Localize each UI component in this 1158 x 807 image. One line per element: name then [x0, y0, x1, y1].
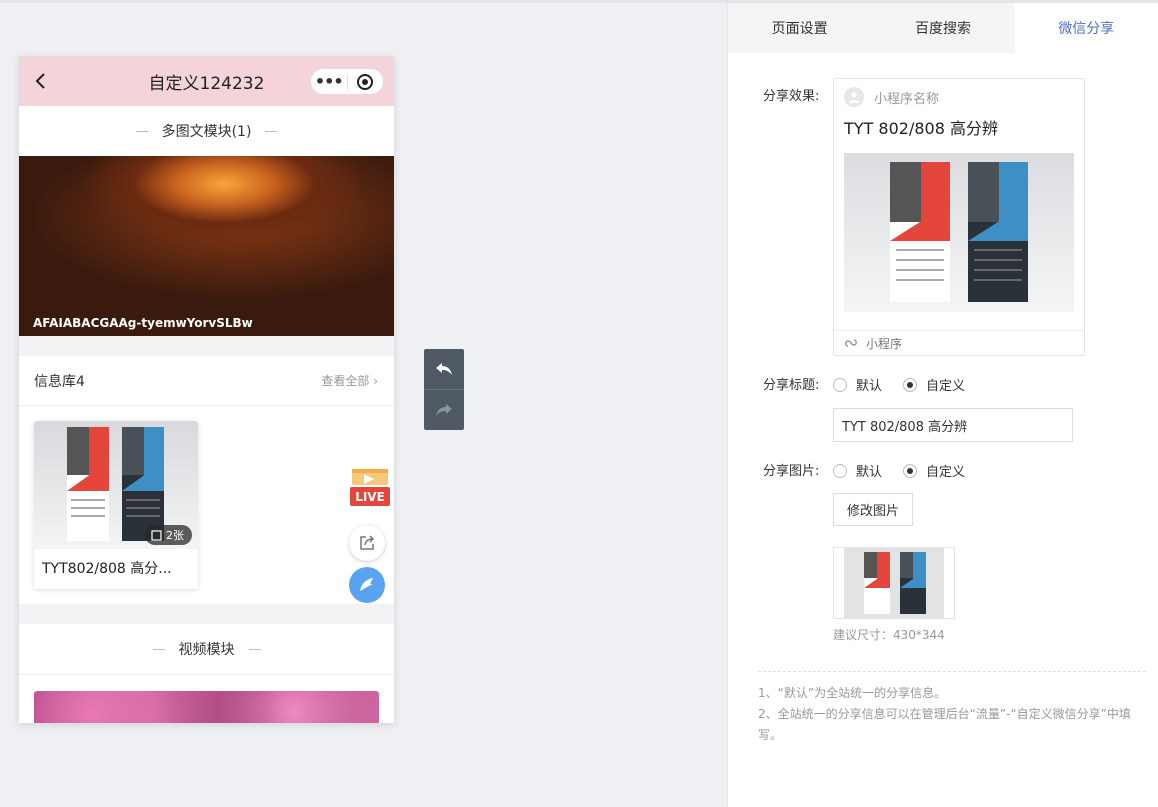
share-image-options: 默认 自定义 — [833, 461, 986, 480]
video-thumbnail[interactable] — [34, 691, 379, 723]
info-library-header: 信息库4 查看全部 › — [19, 356, 394, 406]
share-effect-label: 分享效果: — [763, 89, 820, 104]
module-title-multi-image: 多图文模块(1) — [19, 106, 394, 156]
mini-program-icon — [845, 339, 857, 347]
page-title: 自定义124232 — [148, 73, 265, 94]
share-title-input[interactable] — [833, 408, 1073, 442]
title-default-radio[interactable] — [833, 377, 847, 392]
avatar-icon — [844, 87, 864, 107]
divider — [758, 671, 1146, 672]
section-gap — [19, 604, 394, 624]
undo-button[interactable] — [424, 349, 464, 389]
tab-wechat-share[interactable]: 微信分享 — [1014, 3, 1158, 53]
undo-redo-panel — [424, 349, 464, 430]
phone-preview: 自定义124232 ••• 多图文模块(1) AFAIABACGAAg-tyem… — [19, 56, 394, 723]
card-thumbnail: 2张 — [34, 421, 198, 549]
banner-caption: AFAIABACGAAg-tyemwYorvSLBw — [33, 316, 253, 330]
size-hint: 建议尺寸：430*344 — [833, 628, 945, 642]
live-floating-button[interactable]: LIVE — [350, 467, 390, 507]
live-icon: LIVE — [350, 469, 390, 506]
svg-text:LIVE: LIVE — [355, 490, 385, 504]
service-floating-button[interactable] — [349, 567, 385, 603]
preview-title: TYT 802/808 高分辨 — [844, 119, 998, 138]
service-icon — [360, 578, 373, 591]
module-title-text: 多图文模块(1) — [161, 124, 252, 140]
gallery-icon — [151, 529, 162, 541]
view-all-link[interactable]: 查看全部 › — [321, 372, 378, 389]
more-dots-icon[interactable]: ••• — [311, 72, 347, 92]
rollup-banner-image — [844, 548, 944, 618]
tab-baidu-search[interactable]: 百度搜索 — [871, 3, 1014, 53]
image-default-radio[interactable] — [833, 463, 847, 478]
close-target-icon[interactable] — [347, 73, 383, 91]
capsule-menu: ••• — [310, 68, 384, 95]
image-count-badge: 2张 — [145, 525, 192, 545]
tab-page-settings[interactable]: 页面设置 — [728, 3, 871, 53]
mini-program-name: 小程序名称 — [874, 91, 940, 107]
note-1: 1、“默认”为全站统一的分享信息。 — [758, 686, 947, 700]
redo-icon — [436, 404, 452, 416]
info-library-title: 信息库4 — [34, 373, 85, 390]
rollup-banner-image — [890, 162, 1028, 302]
settings-tabs: 页面设置 百度搜索 微信分享 — [728, 3, 1158, 53]
section-gap — [19, 336, 394, 356]
info-library-body: 2张 TYT802/808 高分... — [19, 406, 394, 604]
back-arrow-icon[interactable] — [31, 71, 51, 91]
settings-panel: 页面设置 百度搜索 微信分享 分享效果: 小程序名称 TYT 802/808 高… — [727, 3, 1158, 807]
note-2: 2、全站统一的分享信息可以在管理后台“流量”-“自定义微信分享”中填写。 — [758, 707, 1131, 742]
preview-image — [844, 153, 1074, 312]
image-custom-radio[interactable] — [903, 463, 918, 478]
info-card[interactable]: 2张 TYT802/808 高分... — [34, 421, 198, 589]
banner-image[interactable]: AFAIABACGAAg-tyemwYorvSLBw — [19, 156, 394, 336]
mini-program-navbar: 自定义124232 ••• — [19, 56, 394, 106]
share-image-label: 分享图片: — [763, 464, 820, 479]
share-icon — [360, 535, 375, 550]
module-title-video: 视频模块 — [19, 624, 394, 674]
redo-button[interactable] — [424, 390, 464, 430]
share-image-thumbnail — [833, 547, 955, 619]
modify-image-button[interactable]: 修改图片 — [833, 493, 913, 526]
preview-footer: 小程序 — [834, 330, 1084, 355]
title-custom-radio[interactable] — [903, 377, 918, 392]
share-title-label: 分享标题: — [763, 378, 820, 393]
share-floating-button[interactable] — [349, 525, 385, 561]
share-preview-card: 小程序名称 TYT 802/808 高分辨 小程序 — [833, 78, 1085, 356]
chevron-right-icon: › — [373, 374, 378, 388]
card-caption: TYT802/808 高分... — [42, 561, 172, 577]
module-title-text: 视频模块 — [178, 642, 235, 658]
share-title-options: 默认 自定义 — [833, 375, 986, 394]
undo-icon — [436, 363, 452, 375]
